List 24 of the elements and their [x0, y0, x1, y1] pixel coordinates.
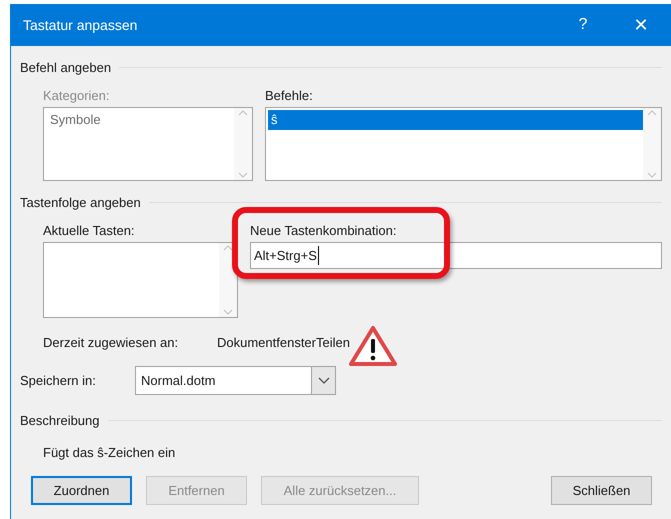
group-title: Befehl angeben	[20, 59, 112, 77]
list-item[interactable]: ŝ	[268, 110, 643, 130]
group-title: Tastenfolge angeben	[20, 194, 141, 212]
field-label: Neue Tastenkombination:	[250, 222, 398, 240]
field-label: Kategorien:	[43, 86, 110, 105]
assigned-label: Derzeit zugewiesen an:	[43, 334, 180, 352]
field-label: Speichern in:	[20, 372, 97, 390]
command-list[interactable]: ŝ	[265, 107, 662, 181]
dialog-button[interactable]: Zuordnen	[31, 476, 132, 505]
scrollbar[interactable]	[234, 108, 252, 180]
chevron-down-icon[interactable]	[311, 367, 335, 394]
close-button[interactable]: ✕	[621, 10, 661, 40]
dialog-button[interactable]: Schließen	[551, 476, 652, 505]
current-keys-list[interactable]	[43, 242, 238, 318]
assigned-command: DokumentfensterTeilen	[217, 334, 350, 352]
window-title: Tastatur anpassen	[23, 16, 138, 35]
description-text: Fügt das ŝ-Zeichen ein	[43, 444, 176, 462]
template-dropdown[interactable]: Normal.dotm	[135, 366, 336, 395]
shortcut-field[interactable]: Alt+Strg+S	[250, 242, 662, 269]
group-title: Beschreibung	[20, 412, 100, 430]
field-label: Befehle:	[265, 86, 314, 104]
help-button[interactable]: ?	[563, 10, 603, 40]
field-label: Aktuelle Tasten:	[43, 222, 136, 240]
scrollbar[interactable]	[643, 108, 661, 180]
